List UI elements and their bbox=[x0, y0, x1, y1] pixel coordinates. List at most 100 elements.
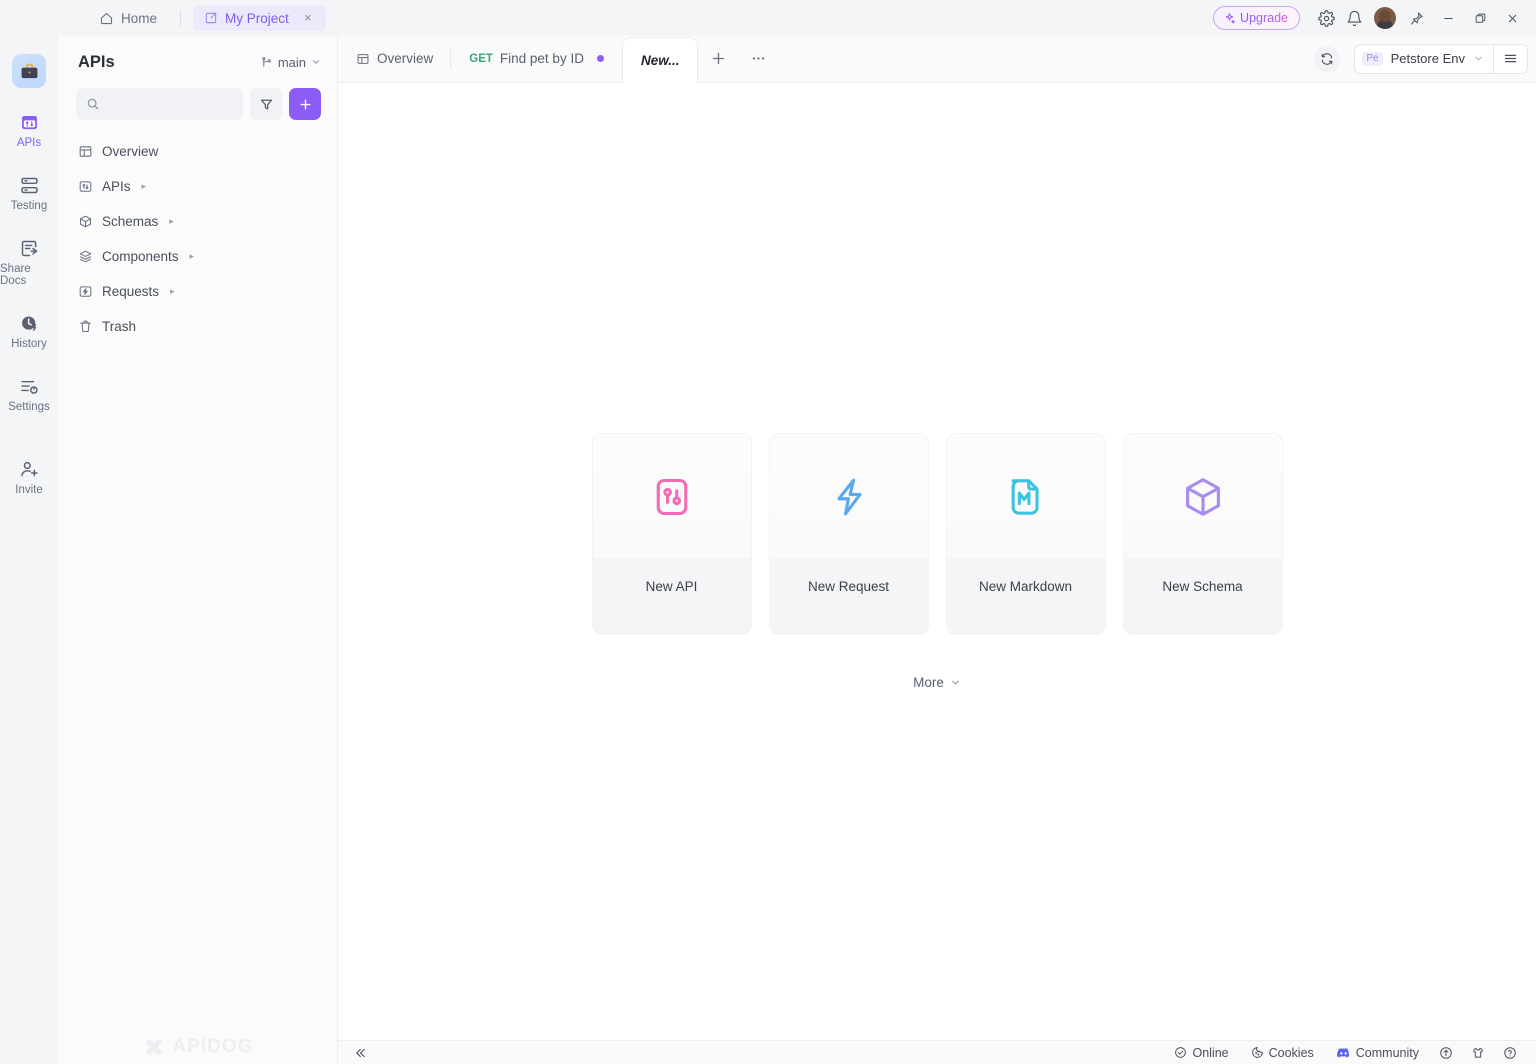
chevron-down-icon bbox=[1473, 53, 1484, 64]
hamburger-icon bbox=[1503, 51, 1518, 66]
sidebar-item-invite[interactable]: Invite bbox=[0, 459, 58, 496]
sidebar-item-share-docs[interactable]: Share Docs bbox=[0, 238, 58, 287]
tree-item-apis[interactable]: APIs ▸ bbox=[68, 169, 327, 204]
filter-icon bbox=[259, 97, 274, 112]
upgrade-label: Upgrade bbox=[1240, 11, 1288, 25]
status-online-icon bbox=[1174, 1046, 1187, 1059]
caret-right-icon[interactable]: ▸ bbox=[190, 251, 195, 262]
environment-menu-button[interactable] bbox=[1494, 43, 1528, 74]
caret-right-icon[interactable]: ▸ bbox=[142, 181, 147, 192]
cookies-button[interactable]: Cookies bbox=[1240, 1046, 1325, 1060]
window-tab-home[interactable]: Home bbox=[88, 5, 168, 31]
briefcase-logo[interactable] bbox=[12, 54, 46, 88]
tab-label: Overview bbox=[377, 51, 434, 66]
branch-selector[interactable]: main bbox=[260, 55, 321, 70]
more-label: More bbox=[913, 675, 944, 690]
history-icon bbox=[19, 313, 40, 334]
card-new-request[interactable]: New Request bbox=[768, 433, 929, 635]
gear-icon[interactable] bbox=[1312, 4, 1340, 32]
app-window: Home My Project × Upgrade APIs Testing S… bbox=[0, 0, 1536, 1064]
home-tab-label: Home bbox=[121, 10, 158, 26]
tree-item-trash[interactable]: Trash bbox=[68, 309, 327, 344]
tree-item-components[interactable]: Components ▸ bbox=[68, 239, 327, 274]
close-window-button[interactable] bbox=[1496, 2, 1528, 34]
tree-item-overview[interactable]: Overview bbox=[68, 134, 327, 169]
tab-new[interactable]: New... bbox=[621, 37, 699, 83]
ellipsis-icon bbox=[752, 57, 765, 60]
help-button[interactable] bbox=[1494, 1046, 1526, 1060]
sidebar-item-testing[interactable]: Testing bbox=[0, 175, 58, 212]
overview-tab-icon bbox=[356, 52, 370, 66]
tab-label: New... bbox=[640, 52, 680, 68]
quick-action-cards: New API New Request New Markdown New Sch… bbox=[591, 433, 1283, 635]
status-bar-actions: Online Cookies Community bbox=[1163, 1045, 1536, 1060]
chevron-down-icon bbox=[311, 57, 321, 67]
cookie-icon bbox=[1251, 1046, 1264, 1059]
tree-item-label: Requests bbox=[102, 284, 160, 299]
minimize-button[interactable] bbox=[1432, 2, 1464, 34]
card-label: New API bbox=[645, 579, 698, 594]
sidebar-item-label: History bbox=[11, 338, 47, 350]
card-label: New Request bbox=[807, 579, 890, 594]
card-new-api[interactable]: New API bbox=[591, 433, 752, 635]
pin-icon[interactable] bbox=[1400, 2, 1432, 34]
upgrade-button[interactable]: Upgrade bbox=[1213, 6, 1300, 30]
overview-icon bbox=[78, 144, 93, 159]
discord-icon bbox=[1336, 1045, 1351, 1060]
sidebar-item-label: Share Docs bbox=[0, 263, 31, 287]
left-rail: APIs Testing Share Docs History Settings bbox=[0, 36, 58, 1064]
shirt-icon bbox=[1471, 1046, 1485, 1060]
card-label: New Schema bbox=[1162, 579, 1243, 594]
add-button[interactable] bbox=[289, 88, 321, 120]
sidebar-item-label: APIs bbox=[16, 137, 42, 149]
community-button[interactable]: Community bbox=[1325, 1045, 1430, 1060]
close-icon[interactable]: × bbox=[301, 11, 315, 25]
invite-icon bbox=[19, 459, 40, 480]
share-docs-icon bbox=[19, 238, 40, 259]
collapse-sidebar-button[interactable] bbox=[338, 1041, 382, 1064]
tab-divider bbox=[180, 10, 182, 26]
search-input[interactable] bbox=[107, 96, 233, 112]
sidebar-item-history[interactable]: History bbox=[0, 313, 58, 350]
sidebar-item-label: Invite bbox=[15, 484, 43, 496]
environment-selector[interactable]: Pe Petstore Env bbox=[1354, 43, 1494, 74]
avatar[interactable] bbox=[1374, 7, 1396, 29]
search-box[interactable] bbox=[76, 88, 243, 120]
sidebar-item-apis[interactable]: APIs bbox=[0, 112, 58, 149]
tab-overview[interactable]: Overview bbox=[338, 35, 452, 82]
tab-more-button[interactable] bbox=[738, 35, 778, 82]
caret-right-icon[interactable]: ▸ bbox=[169, 216, 174, 227]
trash-icon bbox=[78, 319, 93, 334]
help-icon bbox=[1503, 1046, 1517, 1060]
status-online[interactable]: Online bbox=[1163, 1046, 1239, 1060]
sidebar-item-settings[interactable]: Settings bbox=[0, 376, 58, 413]
sidebar-tree: Overview APIs ▸ Schemas ▸ Components ▸ R… bbox=[58, 134, 337, 344]
upload-circle-button[interactable] bbox=[1430, 1046, 1462, 1060]
new-tab-button[interactable] bbox=[698, 35, 738, 82]
home-icon bbox=[99, 11, 114, 26]
settings-icon bbox=[19, 376, 40, 397]
card-new-markdown[interactable]: New Markdown bbox=[945, 433, 1106, 635]
refresh-button[interactable] bbox=[1314, 45, 1341, 72]
branch-icon bbox=[260, 56, 273, 69]
sidebar-search-row bbox=[58, 88, 337, 120]
chevron-down-icon bbox=[950, 677, 961, 688]
window-tab-my-project[interactable]: My Project × bbox=[193, 5, 326, 31]
upload-circle-icon bbox=[1439, 1046, 1453, 1060]
new-markdown-icon bbox=[1004, 434, 1048, 559]
tree-item-label: Schemas bbox=[102, 214, 159, 229]
card-new-schema[interactable]: New Schema bbox=[1122, 433, 1283, 635]
more-button[interactable]: More bbox=[913, 675, 961, 690]
testing-icon bbox=[19, 175, 40, 196]
bell-icon[interactable] bbox=[1340, 4, 1368, 32]
tree-item-label: APIs bbox=[102, 179, 131, 194]
maximize-button[interactable] bbox=[1464, 2, 1496, 34]
filter-button[interactable] bbox=[250, 88, 282, 120]
refresh-icon bbox=[1320, 52, 1334, 66]
tree-item-schemas[interactable]: Schemas ▸ bbox=[68, 204, 327, 239]
tab-find-pet-by-id[interactable]: GET Find pet by ID bbox=[451, 35, 622, 82]
shirt-button[interactable] bbox=[1462, 1046, 1494, 1060]
tree-item-requests[interactable]: Requests ▸ bbox=[68, 274, 327, 309]
method-badge: GET bbox=[469, 52, 493, 65]
caret-right-icon[interactable]: ▸ bbox=[170, 286, 175, 297]
